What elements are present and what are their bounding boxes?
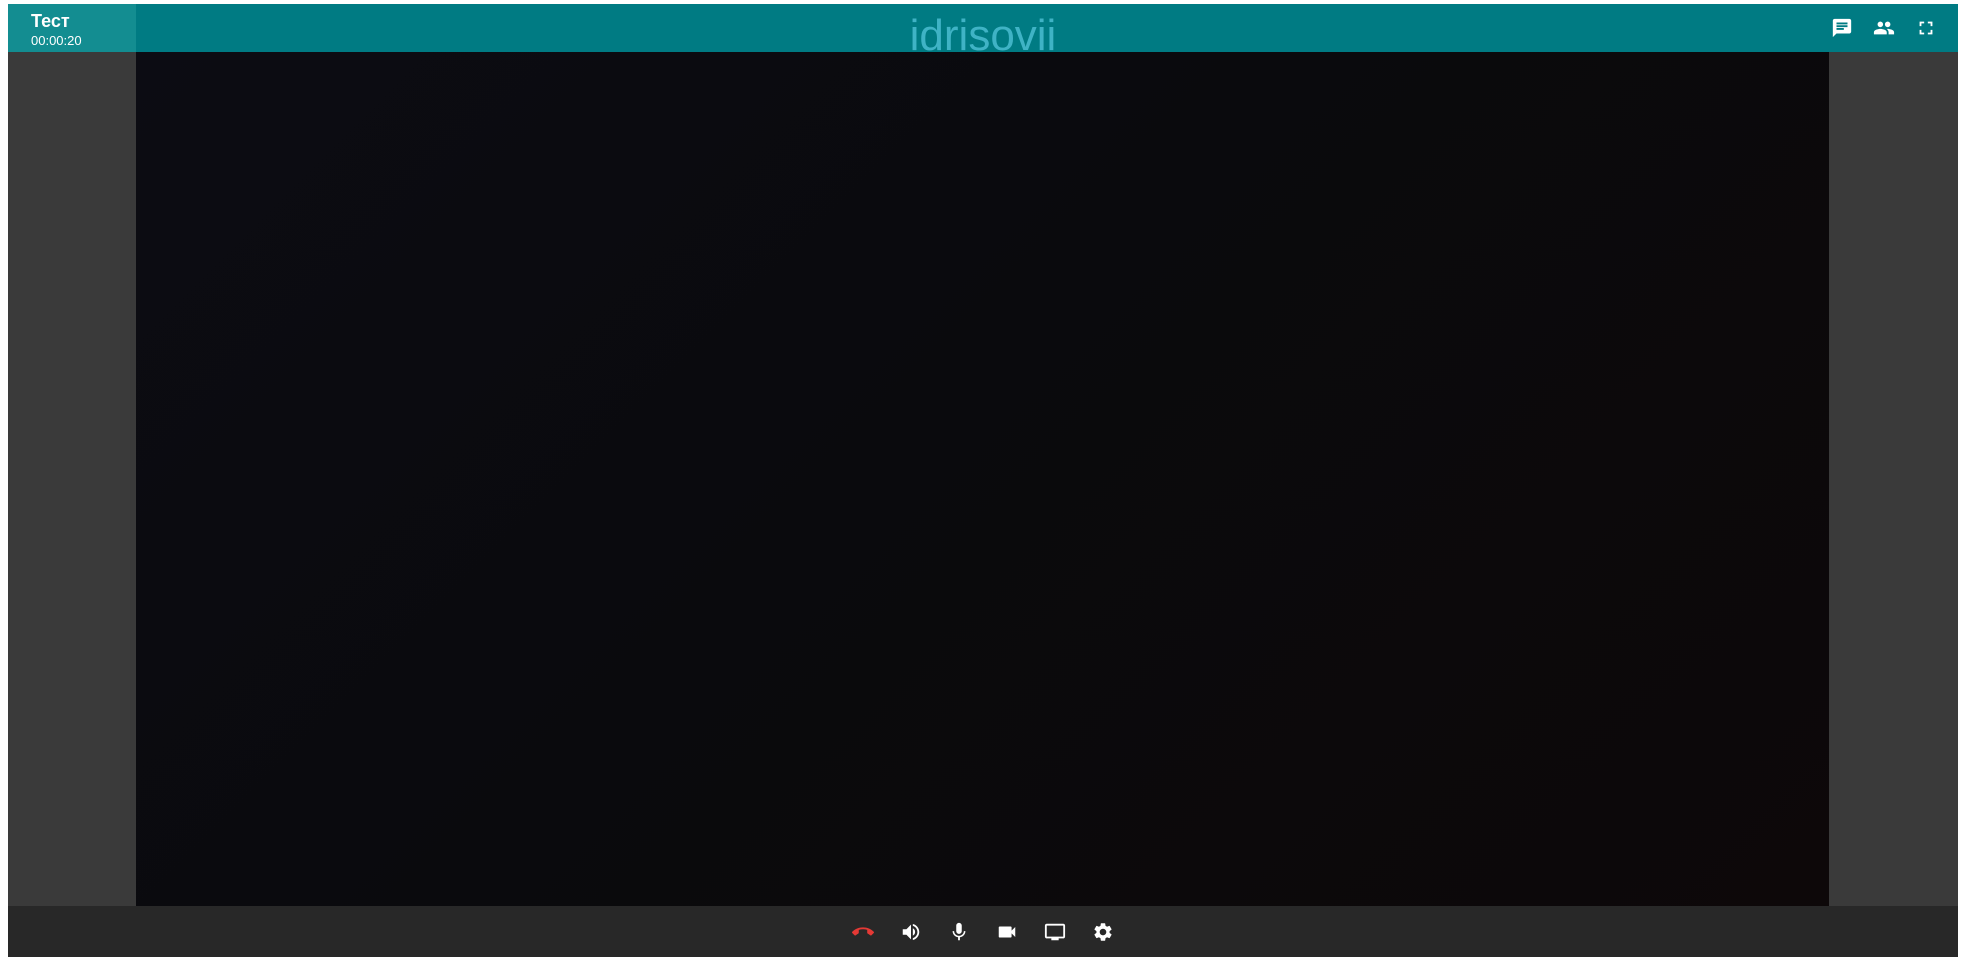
microphone-icon: [952, 922, 966, 940]
settings-button[interactable]: [1091, 920, 1115, 944]
remote-video[interactable]: [136, 52, 1829, 906]
call-controls-toolbar: [8, 906, 1958, 957]
room-info: Тест 00:00:20: [8, 4, 136, 52]
room-title: Тест: [31, 11, 70, 31]
camera-icon: [998, 926, 1016, 937]
camera-button[interactable]: [995, 920, 1019, 944]
screen-share-button[interactable]: [1043, 920, 1067, 944]
fullscreen-button[interactable]: [1914, 16, 1938, 40]
participants-icon: [1873, 21, 1895, 35]
screen-share-icon: [1044, 923, 1066, 940]
hangup-icon: [852, 926, 874, 936]
chat-icon: [1832, 18, 1852, 38]
fullscreen-icon: [1919, 21, 1933, 35]
participants-button[interactable]: [1872, 16, 1896, 40]
call-header: Тест 00:00:20 idrisovii: [8, 4, 1958, 60]
hangup-button[interactable]: [851, 920, 875, 944]
settings-icon: [1094, 922, 1112, 941]
header-actions: [1830, 16, 1938, 40]
video-call-window: Тест 00:00:20 idrisovii: [8, 4, 1958, 957]
microphone-button[interactable]: [947, 920, 971, 944]
call-timer: 00:00:20: [31, 33, 82, 48]
volume-icon: [902, 923, 920, 940]
volume-button[interactable]: [899, 920, 923, 944]
chat-button[interactable]: [1830, 16, 1854, 40]
